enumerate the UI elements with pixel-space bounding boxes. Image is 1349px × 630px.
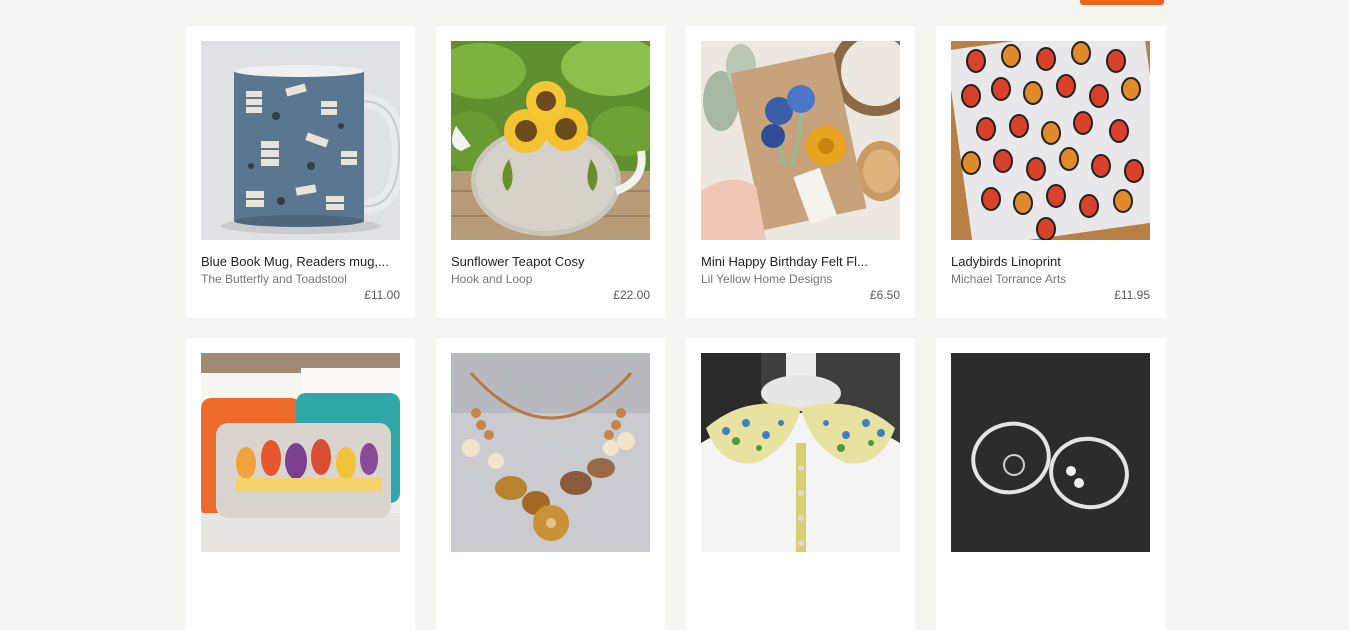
product-image-retro-tree-cushion[interactable]: [201, 353, 400, 552]
product-price: £6.50: [869, 288, 900, 302]
product-image-sunflower-teapot-cosy[interactable]: [451, 41, 650, 240]
product-card[interactable]: Mini Happy Birthday Felt Fl... Lil Yello…: [686, 26, 915, 318]
product-image-blue-book-mug[interactable]: [201, 41, 400, 240]
product-image-shell-flower-necklace[interactable]: [451, 353, 650, 552]
product-image-felt-flower-card[interactable]: [701, 41, 900, 240]
product-image-floral-peter-pan-collar[interactable]: [701, 353, 900, 552]
product-price: £11.95: [1114, 288, 1150, 302]
product-grid: Blue Book Mug, Readers mug,... The Butte…: [186, 26, 1165, 630]
shop-name[interactable]: Lil Yellow Home Designs: [701, 272, 900, 287]
product-card[interactable]: [936, 338, 1165, 630]
shop-name[interactable]: Michael Torrance Arts: [951, 272, 1150, 287]
product-card[interactable]: Sunflower Teapot Cosy Hook and Loop £22.…: [436, 26, 665, 318]
product-card[interactable]: [686, 338, 915, 630]
product-price: £11.00: [364, 288, 400, 302]
product-card[interactable]: [436, 338, 665, 630]
product-image-silver-hoop-earrings[interactable]: [951, 353, 1150, 552]
product-card[interactable]: Ladybirds Linoprint Michael Torrance Art…: [936, 26, 1165, 318]
product-title[interactable]: Blue Book Mug, Readers mug,...: [201, 254, 400, 269]
shop-name[interactable]: Hook and Loop: [451, 272, 650, 287]
product-image-ladybird-print[interactable]: [951, 41, 1150, 240]
shop-name[interactable]: The Butterfly and Toadstool: [201, 272, 400, 287]
product-title[interactable]: Sunflower Teapot Cosy: [451, 254, 650, 269]
top-action-button[interactable]: [1080, 0, 1164, 5]
product-price: £22.00: [613, 288, 650, 302]
product-card[interactable]: [186, 338, 415, 630]
product-title[interactable]: Ladybirds Linoprint: [951, 254, 1150, 269]
product-card[interactable]: Blue Book Mug, Readers mug,... The Butte…: [186, 26, 415, 318]
product-title[interactable]: Mini Happy Birthday Felt Fl...: [701, 254, 900, 269]
